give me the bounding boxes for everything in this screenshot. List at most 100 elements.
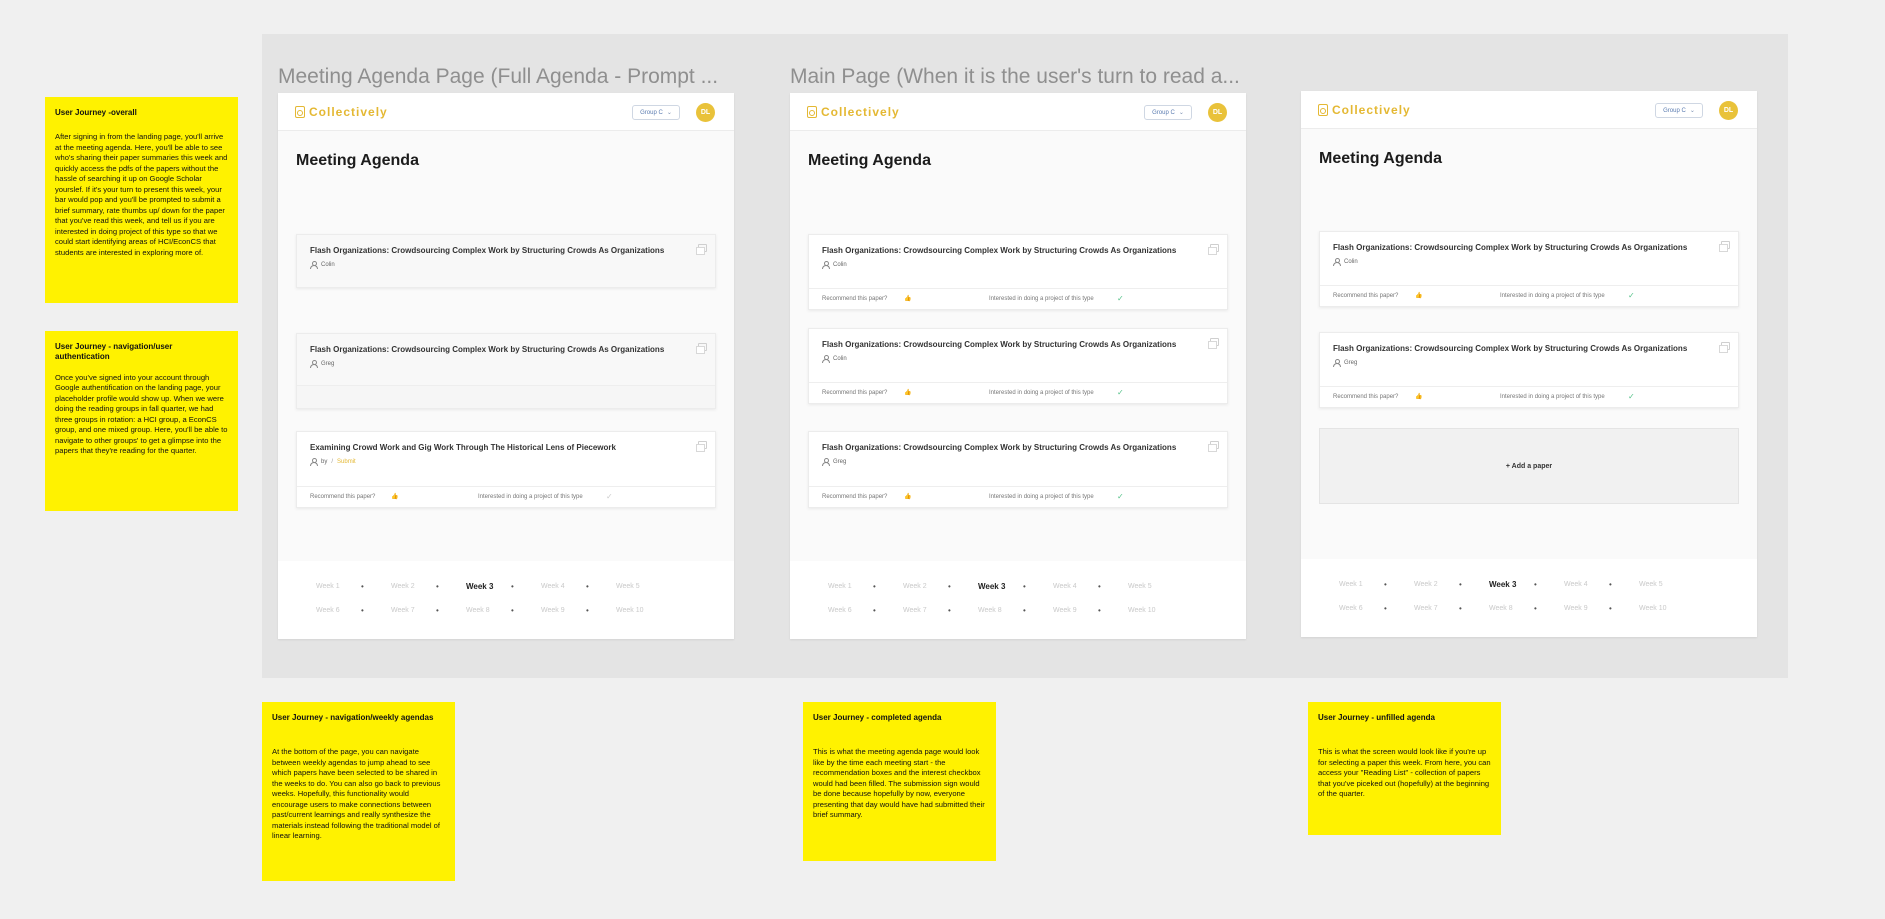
submit-link[interactable]: Submit — [337, 459, 356, 465]
copy-icon[interactable] — [696, 244, 707, 255]
dot: • — [511, 606, 514, 615]
week-link[interactable]: Week 8 — [978, 607, 1023, 614]
paper-card[interactable]: Flash Organizations: Crowdsourcing Compl… — [808, 431, 1228, 508]
recommend-label: Recommend this paper? — [310, 494, 376, 500]
week-link[interactable]: Week 5 — [1128, 583, 1173, 590]
week-link[interactable]: Week 4 — [1053, 583, 1098, 590]
logo[interactable]: Collectively — [807, 105, 900, 119]
paper-card[interactable]: Flash Organizations: Crowdsourcing Compl… — [808, 234, 1228, 310]
group-select[interactable]: Group C ⌄ — [1144, 105, 1192, 120]
add-paper-button[interactable]: + Add a paper — [1319, 428, 1739, 504]
dot: • — [1459, 604, 1462, 613]
week-link[interactable]: Week 9 — [1564, 605, 1609, 612]
paper-author: Colin — [310, 261, 335, 269]
group-select[interactable]: Group C ⌄ — [1655, 103, 1703, 118]
week-link[interactable]: Week 1 — [316, 583, 361, 590]
sticky-note-weekly: User Journey - navigation/weekly agendas… — [262, 702, 455, 881]
dot: • — [361, 582, 364, 591]
recommend-label: Recommend this paper? — [1333, 394, 1399, 400]
paper-title[interactable]: Flash Organizations: Crowdsourcing Compl… — [310, 345, 664, 354]
app-frame-unfilled-agenda: Collectively Group C ⌄ DL Meeting Agenda … — [1301, 91, 1757, 637]
week-row: Week 6 • Week 7 • Week 8 • Week 9 • Week 10 — [1339, 604, 1684, 613]
recommend-label: Recommend this paper? — [822, 390, 888, 396]
avatar[interactable]: DL — [696, 103, 715, 122]
thumbs-icon[interactable]: 👍 — [904, 389, 911, 396]
avatar[interactable]: DL — [1208, 103, 1227, 122]
paper-title[interactable]: Examining Crowd Work and Gig Work Throug… — [310, 443, 616, 452]
paper-card[interactable]: Flash Organizations: Crowdsourcing Compl… — [1319, 231, 1739, 307]
person-icon — [310, 261, 318, 269]
interest-label: Interested in doing a project of this ty… — [1500, 293, 1605, 299]
week-link[interactable]: Week 10 — [616, 607, 661, 614]
interest-label: Interested in doing a project of this ty… — [989, 494, 1094, 500]
logo-icon — [295, 106, 305, 118]
paper-card[interactable]: Flash Organizations: Crowdsourcing Compl… — [1319, 332, 1739, 408]
week-link-active[interactable]: Week 3 — [466, 582, 511, 591]
card-footer: Recommend this paper? 👍 Interested in do… — [1320, 386, 1738, 407]
week-link[interactable]: Week 1 — [1339, 581, 1384, 588]
copy-icon[interactable] — [696, 441, 707, 452]
avatar[interactable]: DL — [1719, 101, 1738, 120]
recommend-label: Recommend this paper? — [1333, 293, 1399, 299]
paper-title[interactable]: Flash Organizations: Crowdsourcing Compl… — [310, 246, 664, 255]
week-link-active[interactable]: Week 3 — [978, 582, 1023, 591]
thumbs-icon[interactable]: 👍 — [904, 493, 911, 500]
thumbs-icon[interactable]: 👍 — [1415, 292, 1422, 299]
week-link[interactable]: Week 6 — [1339, 605, 1384, 612]
check-icon[interactable]: ✓ — [1628, 392, 1635, 401]
paper-title[interactable]: Flash Organizations: Crowdsourcing Compl… — [822, 443, 1176, 452]
week-link[interactable]: Week 7 — [391, 607, 436, 614]
author-name: Colin — [833, 261, 847, 268]
copy-icon[interactable] — [1719, 342, 1730, 353]
week-link[interactable]: Week 7 — [903, 607, 948, 614]
paper-card[interactable]: Flash Organizations: Crowdsourcing Compl… — [808, 328, 1228, 404]
week-link[interactable]: Week 1 — [828, 583, 873, 590]
thumbs-icon[interactable]: 👍 — [904, 295, 911, 302]
thumbs-icon[interactable]: 👍 — [1415, 393, 1422, 400]
paper-title[interactable]: Flash Organizations: Crowdsourcing Compl… — [1333, 243, 1687, 252]
logo[interactable]: Collectively — [295, 105, 388, 119]
group-select-label: Group C — [1663, 107, 1686, 114]
week-link[interactable]: Week 2 — [903, 583, 948, 590]
week-link[interactable]: Week 10 — [1639, 605, 1684, 612]
week-link[interactable]: Week 9 — [541, 607, 586, 614]
check-icon[interactable]: ✓ — [1117, 388, 1124, 397]
paper-card[interactable]: Flash Organizations: Crowdsourcing Compl… — [296, 333, 716, 409]
paper-title[interactable]: Flash Organizations: Crowdsourcing Compl… — [822, 246, 1176, 255]
week-link[interactable]: Week 5 — [1639, 581, 1684, 588]
thumbs-icon[interactable]: 👍 — [391, 493, 398, 500]
week-link[interactable]: Week 7 — [1414, 605, 1459, 612]
check-icon[interactable]: ✓ — [606, 492, 613, 501]
copy-icon[interactable] — [1208, 338, 1219, 349]
copy-icon[interactable] — [1719, 241, 1730, 252]
paper-title[interactable]: Flash Organizations: Crowdsourcing Compl… — [822, 340, 1176, 349]
copy-icon[interactable] — [696, 343, 707, 354]
paper-card[interactable]: Flash Organizations: Crowdsourcing Compl… — [296, 234, 716, 288]
check-icon[interactable]: ✓ — [1117, 492, 1124, 501]
week-link-active[interactable]: Week 3 — [1489, 580, 1534, 589]
check-icon[interactable]: ✓ — [1628, 291, 1635, 300]
week-link[interactable]: Week 2 — [1414, 581, 1459, 588]
week-link[interactable]: Week 2 — [391, 583, 436, 590]
week-link[interactable]: Week 8 — [1489, 605, 1534, 612]
paper-title[interactable]: Flash Organizations: Crowdsourcing Compl… — [1333, 344, 1687, 353]
copy-icon[interactable] — [1208, 244, 1219, 255]
paper-card-own-turn[interactable]: Examining Crowd Work and Gig Work Throug… — [296, 431, 716, 508]
week-link[interactable]: Week 6 — [316, 607, 361, 614]
dot: • — [1459, 580, 1462, 589]
week-link[interactable]: Week 6 — [828, 607, 873, 614]
group-select[interactable]: Group C ⌄ — [632, 105, 680, 120]
week-link[interactable]: Week 4 — [1564, 581, 1609, 588]
author-name: Greg — [1344, 359, 1358, 366]
week-link[interactable]: Week 4 — [541, 583, 586, 590]
logo[interactable]: Collectively — [1318, 103, 1411, 117]
dot: • — [1023, 582, 1026, 591]
week-link[interactable]: Week 10 — [1128, 607, 1173, 614]
week-link[interactable]: Week 9 — [1053, 607, 1098, 614]
week-row: Week 1 • Week 2 • Week 3 • Week 4 • Week 5 — [828, 582, 1173, 591]
copy-icon[interactable] — [1208, 441, 1219, 452]
week-link[interactable]: Week 5 — [616, 583, 661, 590]
week-link[interactable]: Week 8 — [466, 607, 511, 614]
dot: • — [1609, 604, 1612, 613]
check-icon[interactable]: ✓ — [1117, 294, 1124, 303]
